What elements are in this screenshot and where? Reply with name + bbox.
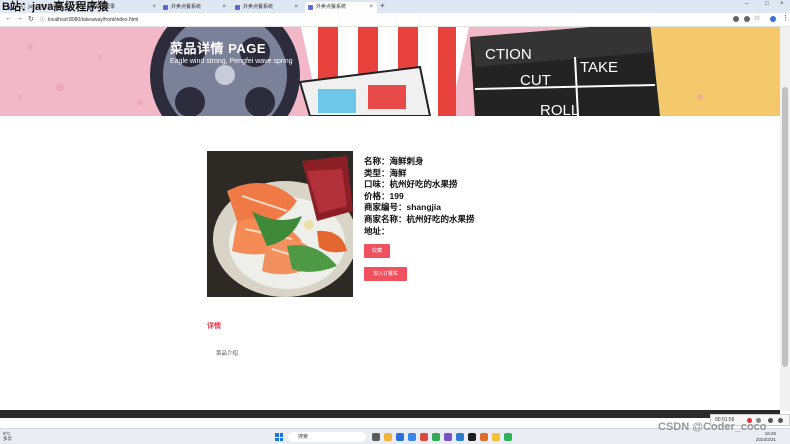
address-bar: ← → ↻ ⓘ localhost:8080/takeaway/front/in…	[0, 13, 790, 27]
banner: CTION CUT TAKE ROLL 菜品详情 PAGE Eagle wind…	[0, 27, 780, 116]
svg-text:ROLL: ROLL	[540, 102, 579, 116]
forward-icon[interactable]: →	[16, 15, 23, 22]
watermark-top: B站：java高级程序猿	[2, 1, 109, 13]
close-tab-icon[interactable]: ×	[152, 2, 156, 13]
dish-image	[207, 151, 353, 297]
page-title: 菜品详情 PAGE	[170, 41, 266, 56]
page-footer	[0, 410, 780, 418]
favicon-icon	[308, 5, 313, 10]
menu-dots-icon[interactable]: ⋮	[782, 14, 789, 22]
file-explorer-icon[interactable]	[384, 433, 392, 441]
browser-tab-active[interactable]: 外卖点餐系统 ×	[305, 2, 377, 13]
add-to-cart-button[interactable]: 加入订餐车	[364, 267, 407, 281]
collect-button[interactable]: 收藏	[364, 244, 390, 258]
dish-name: 名称：海鲜刺身	[364, 156, 424, 166]
close-tab-icon[interactable]: ×	[294, 2, 298, 13]
svg-text:TAKE: TAKE	[580, 59, 618, 76]
reload-icon[interactable]: ↻	[28, 15, 34, 23]
weather-desc: 多云	[3, 436, 12, 441]
page-scrollbar[interactable]	[780, 27, 790, 411]
app-icon[interactable]	[456, 433, 464, 441]
settings-icon[interactable]	[768, 418, 773, 423]
dish-address: 地址：	[364, 225, 390, 236]
back-icon[interactable]: ←	[5, 15, 12, 22]
edit-icon[interactable]	[778, 418, 783, 423]
close-window-icon[interactable]: ×	[780, 1, 784, 7]
merchant-id: 商家编号：shangjia	[364, 202, 441, 213]
browser-tab[interactable]: 外卖点餐系统 ×	[232, 2, 302, 13]
task-view-icon[interactable]	[372, 433, 380, 441]
dish-price: 价格：199	[364, 190, 404, 201]
tab-label: 外卖点餐系统	[316, 4, 347, 10]
app-icon[interactable]	[420, 433, 428, 441]
wechat-icon[interactable]	[504, 433, 512, 441]
tab-label: 外卖点餐系统	[171, 4, 202, 10]
browser-tab-bar: B站：java高级程序猿 系统登录 × 外卖点餐系统 × 外卖点餐系统 × 外卖…	[0, 0, 790, 13]
weather-widget[interactable]: 9°C 多云	[3, 431, 12, 441]
bookmark-star-icon[interactable]: ☆	[754, 14, 760, 22]
sashimi-image	[207, 151, 353, 297]
app-icon[interactable]	[480, 433, 488, 441]
dish-taste: 口味：杭州好吃的水果捞	[364, 179, 458, 190]
favicon-icon	[163, 5, 168, 10]
terminal-icon[interactable]	[468, 433, 476, 441]
merchant-name: 商家名称：杭州好吃的水果捞	[364, 213, 475, 224]
tab-label: 外卖点餐系统	[243, 4, 274, 10]
watermark-bottom: CSDN @Coder_coco	[658, 421, 767, 433]
detail-heading: 详情	[207, 323, 221, 330]
detail-description: 菜品介绍	[216, 351, 239, 357]
scrollbar-thumb[interactable]	[782, 87, 788, 367]
app-icon[interactable]	[444, 433, 452, 441]
windows-start-icon[interactable]	[275, 433, 283, 441]
taskbar-search-input[interactable]: 搜索	[288, 432, 366, 442]
clock-date: 2023/2/21	[756, 436, 777, 442]
maximize-icon[interactable]: □	[765, 1, 769, 7]
app-icon[interactable]	[492, 433, 500, 441]
browser-tab[interactable]: 外卖点餐系统 ×	[160, 2, 230, 13]
page-subtitle: Eagle wind strong, Pengfei wave spring	[170, 58, 293, 65]
zoom-icon[interactable]	[744, 16, 750, 22]
new-tab-icon[interactable]: +	[380, 1, 385, 10]
dish-type: 类型：海鲜	[364, 167, 407, 178]
share-icon[interactable]	[733, 16, 739, 22]
url-input[interactable]: localhost:8080/takeaway/front/index.html	[48, 15, 688, 25]
dish-info: 名称：海鲜刺身 类型：海鲜 口味：杭州好吃的水果捞 价格：199 商家编号：sh…	[364, 156, 475, 237]
chrome-icon[interactable]	[432, 433, 440, 441]
favicon-icon	[235, 5, 240, 10]
close-tab-icon[interactable]: ×	[369, 2, 373, 13]
info-icon: ⓘ	[40, 17, 46, 23]
profile-icon[interactable]	[770, 16, 776, 22]
svg-text:CTION: CTION	[485, 46, 532, 63]
store-icon[interactable]	[408, 433, 416, 441]
edge-icon[interactable]	[396, 433, 404, 441]
close-tab-icon[interactable]: ×	[222, 2, 226, 13]
minimize-icon[interactable]: –	[745, 1, 748, 7]
banner-illustration: CTION CUT TAKE ROLL	[0, 27, 780, 116]
